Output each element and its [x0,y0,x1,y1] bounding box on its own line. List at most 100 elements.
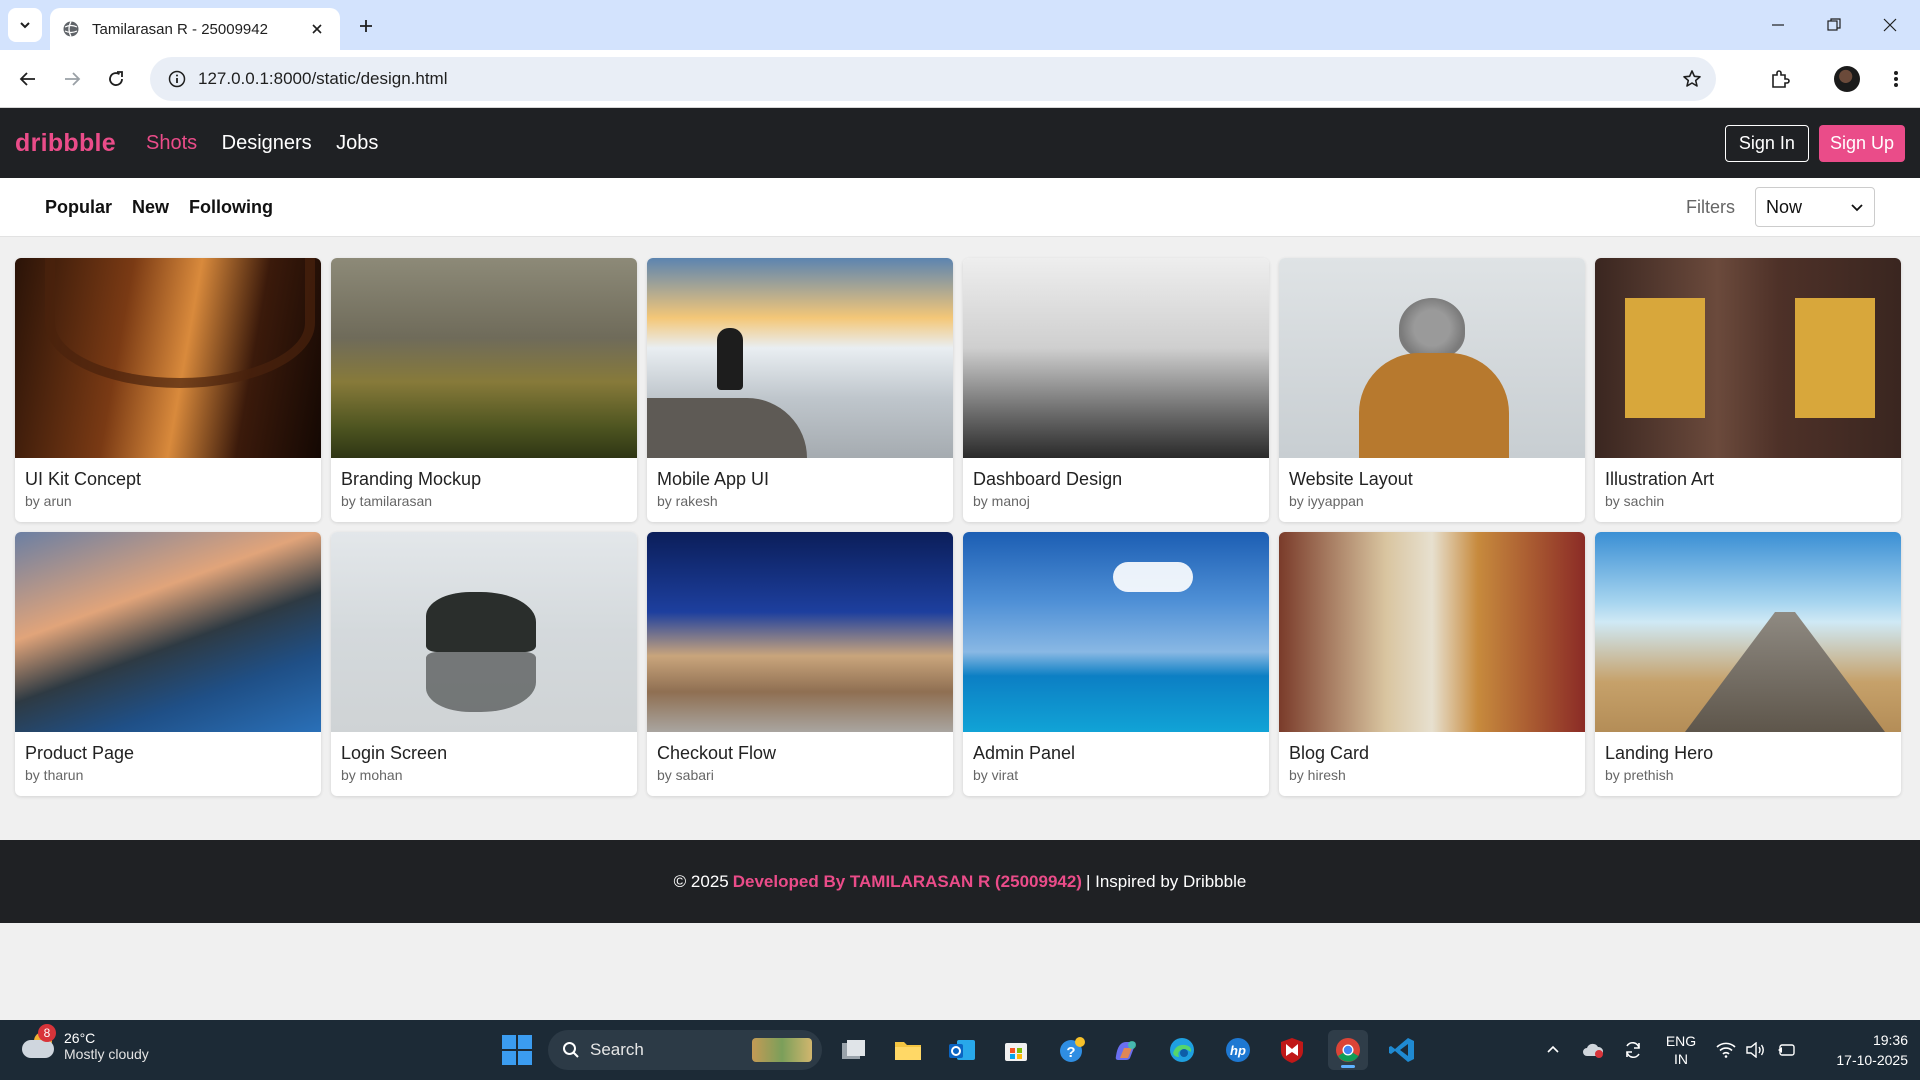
browser-menu-button[interactable] [1880,63,1912,95]
shot-thumbnail[interactable] [331,258,637,458]
close-tab-icon[interactable] [306,18,328,40]
address-bar[interactable]: 127.0.0.1:8000/static/design.html [150,57,1716,101]
shot-thumbnail[interactable] [963,532,1269,732]
outlook-icon[interactable] [942,1030,982,1070]
shot-card[interactable]: Dashboard Design by manoj [963,258,1269,522]
shot-title: Checkout Flow [657,743,777,763]
shot-card[interactable]: Checkout Flow by sabari [647,532,953,796]
shot-card[interactable]: Branding Mockup by tamilarasan [331,258,637,522]
weather-condition: Mostly cloudy [64,1046,149,1062]
shot-card[interactable]: Illustration Art by sachin [1595,258,1901,522]
show-hidden-icons-button[interactable] [1542,1020,1564,1080]
shot-thumbnail[interactable] [331,532,637,732]
shot-title: Admin Panel [973,743,1076,763]
shot-thumbnail[interactable] [15,258,321,458]
chrome-icon[interactable] [1328,1030,1368,1070]
edge-icon[interactable] [1162,1030,1202,1070]
nav-shots[interactable]: Shots [146,132,197,154]
shot-card[interactable]: Landing Hero by prethish [1595,532,1901,796]
site-logo[interactable]: dribbble [15,129,116,158]
tab-search-button[interactable] [8,8,42,42]
mcafee-icon[interactable] [1272,1030,1312,1070]
auth-buttons: Sign In Sign Up [1724,124,1905,162]
url-text[interactable]: 127.0.0.1:8000/static/design.html [198,69,1674,89]
shot-card[interactable]: Product Page by tharun [15,532,321,796]
volume-icon[interactable] [1742,1020,1770,1080]
battery-icon[interactable] [1772,1020,1800,1080]
clock-time: 19:36 [1872,1032,1908,1048]
shot-card[interactable]: Admin Panel by virat [963,532,1269,796]
shot-thumbnail[interactable] [1595,258,1901,458]
arrow-right-icon [65,72,81,86]
shot-title: Dashboard Design [973,469,1123,489]
shot-card[interactable]: Blog Card by hiresh [1279,532,1585,796]
sign-up-button[interactable]: Sign Up [1818,124,1905,162]
onedrive-icon[interactable] [1580,1020,1606,1080]
shot-thumbnail[interactable] [647,532,953,732]
shot-author: by manoj [973,493,1030,509]
weather-temperature: 26°C [64,1030,96,1046]
weather-widget[interactable]: 8 26°C Mostly cloudy [20,1024,149,1064]
nav-jobs[interactable]: Jobs [336,132,378,154]
filters-label[interactable]: Filters [1686,197,1735,218]
browser-tab-active[interactable]: Tamilarasan R - 25009942 [50,8,340,50]
shot-card[interactable]: Mobile App UI by rakesh [647,258,953,522]
timeframe-select[interactable]: Now [1755,187,1875,227]
copilot-icon[interactable] [1106,1030,1146,1070]
shot-card[interactable]: Login Screen by mohan [331,532,637,796]
tab-following[interactable]: Following [189,197,273,218]
browser-toolbar: 127.0.0.1:8000/static/design.html [0,50,1920,108]
reload-button[interactable] [100,63,132,95]
vscode-icon[interactable] [1382,1030,1422,1070]
shot-title: Product Page [25,743,135,763]
close-window-button[interactable] [1862,8,1918,42]
main-nav: Shots Designers Jobs [146,132,398,155]
shot-author: by iyyappan [1289,493,1364,509]
site-header: dribbble Shots Designers Jobs Sign In Si… [0,108,1920,178]
task-view-icon[interactable] [834,1030,874,1070]
shot-thumbnail[interactable] [963,258,1269,458]
file-explorer-icon[interactable] [888,1030,928,1070]
puzzle-icon [1772,70,1790,88]
browser-tab-strip: Tamilarasan R - 25009942 [0,0,1920,50]
tab-new[interactable]: New [132,197,169,218]
plus-icon [360,20,372,32]
minimize-icon [1772,24,1784,26]
sync-icon[interactable] [1620,1020,1646,1080]
wifi-icon[interactable] [1712,1020,1740,1080]
shot-card[interactable]: Website Layout by iyyappan [1279,258,1585,522]
shot-card[interactable]: UI Kit Concept by arun [15,258,321,522]
shot-thumbnail[interactable] [1279,532,1585,732]
chevron-down-icon [1851,204,1863,212]
shot-author: by sachin [1605,493,1665,509]
shot-thumbnail[interactable] [1279,258,1585,458]
restore-button[interactable] [1806,8,1862,42]
footer-inspired: | Inspired by Dribbble [1085,871,1247,891]
microsoft-store-icon[interactable] [996,1030,1036,1070]
bookmark-star-icon[interactable] [1674,61,1710,97]
hp-icon[interactable]: hp [1218,1030,1258,1070]
filters-group: Filters Now [1686,187,1875,227]
tab-popular[interactable]: Popular [45,197,112,218]
arrow-left-icon [19,72,35,86]
help-icon[interactable]: ? [1052,1030,1092,1070]
shot-thumbnail[interactable] [1595,532,1901,732]
taskbar-search[interactable]: Search [548,1030,822,1070]
forward-button[interactable] [56,63,88,95]
input-language-indicator[interactable]: ENG IN [1660,1020,1702,1080]
shot-thumbnail[interactable] [15,532,321,732]
site-info-icon[interactable] [164,66,190,92]
back-button[interactable] [12,63,44,95]
shot-thumbnail[interactable] [647,258,953,458]
reload-icon [109,71,123,86]
new-tab-button[interactable] [352,12,380,40]
sign-in-button[interactable]: Sign In [1724,124,1809,162]
nav-designers[interactable]: Designers [222,132,312,154]
windows-start-icon[interactable] [502,1035,532,1065]
extensions-button[interactable] [1764,63,1796,95]
site-footer: © 2025 Developed By TAMILARASAN R (25009… [0,840,1920,923]
taskbar-clock[interactable]: 19:36 17-10-2025 [1808,1030,1908,1070]
minimize-button[interactable] [1750,8,1806,42]
profile-avatar[interactable] [1834,66,1860,92]
shot-title: Illustration Art [1605,469,1715,489]
